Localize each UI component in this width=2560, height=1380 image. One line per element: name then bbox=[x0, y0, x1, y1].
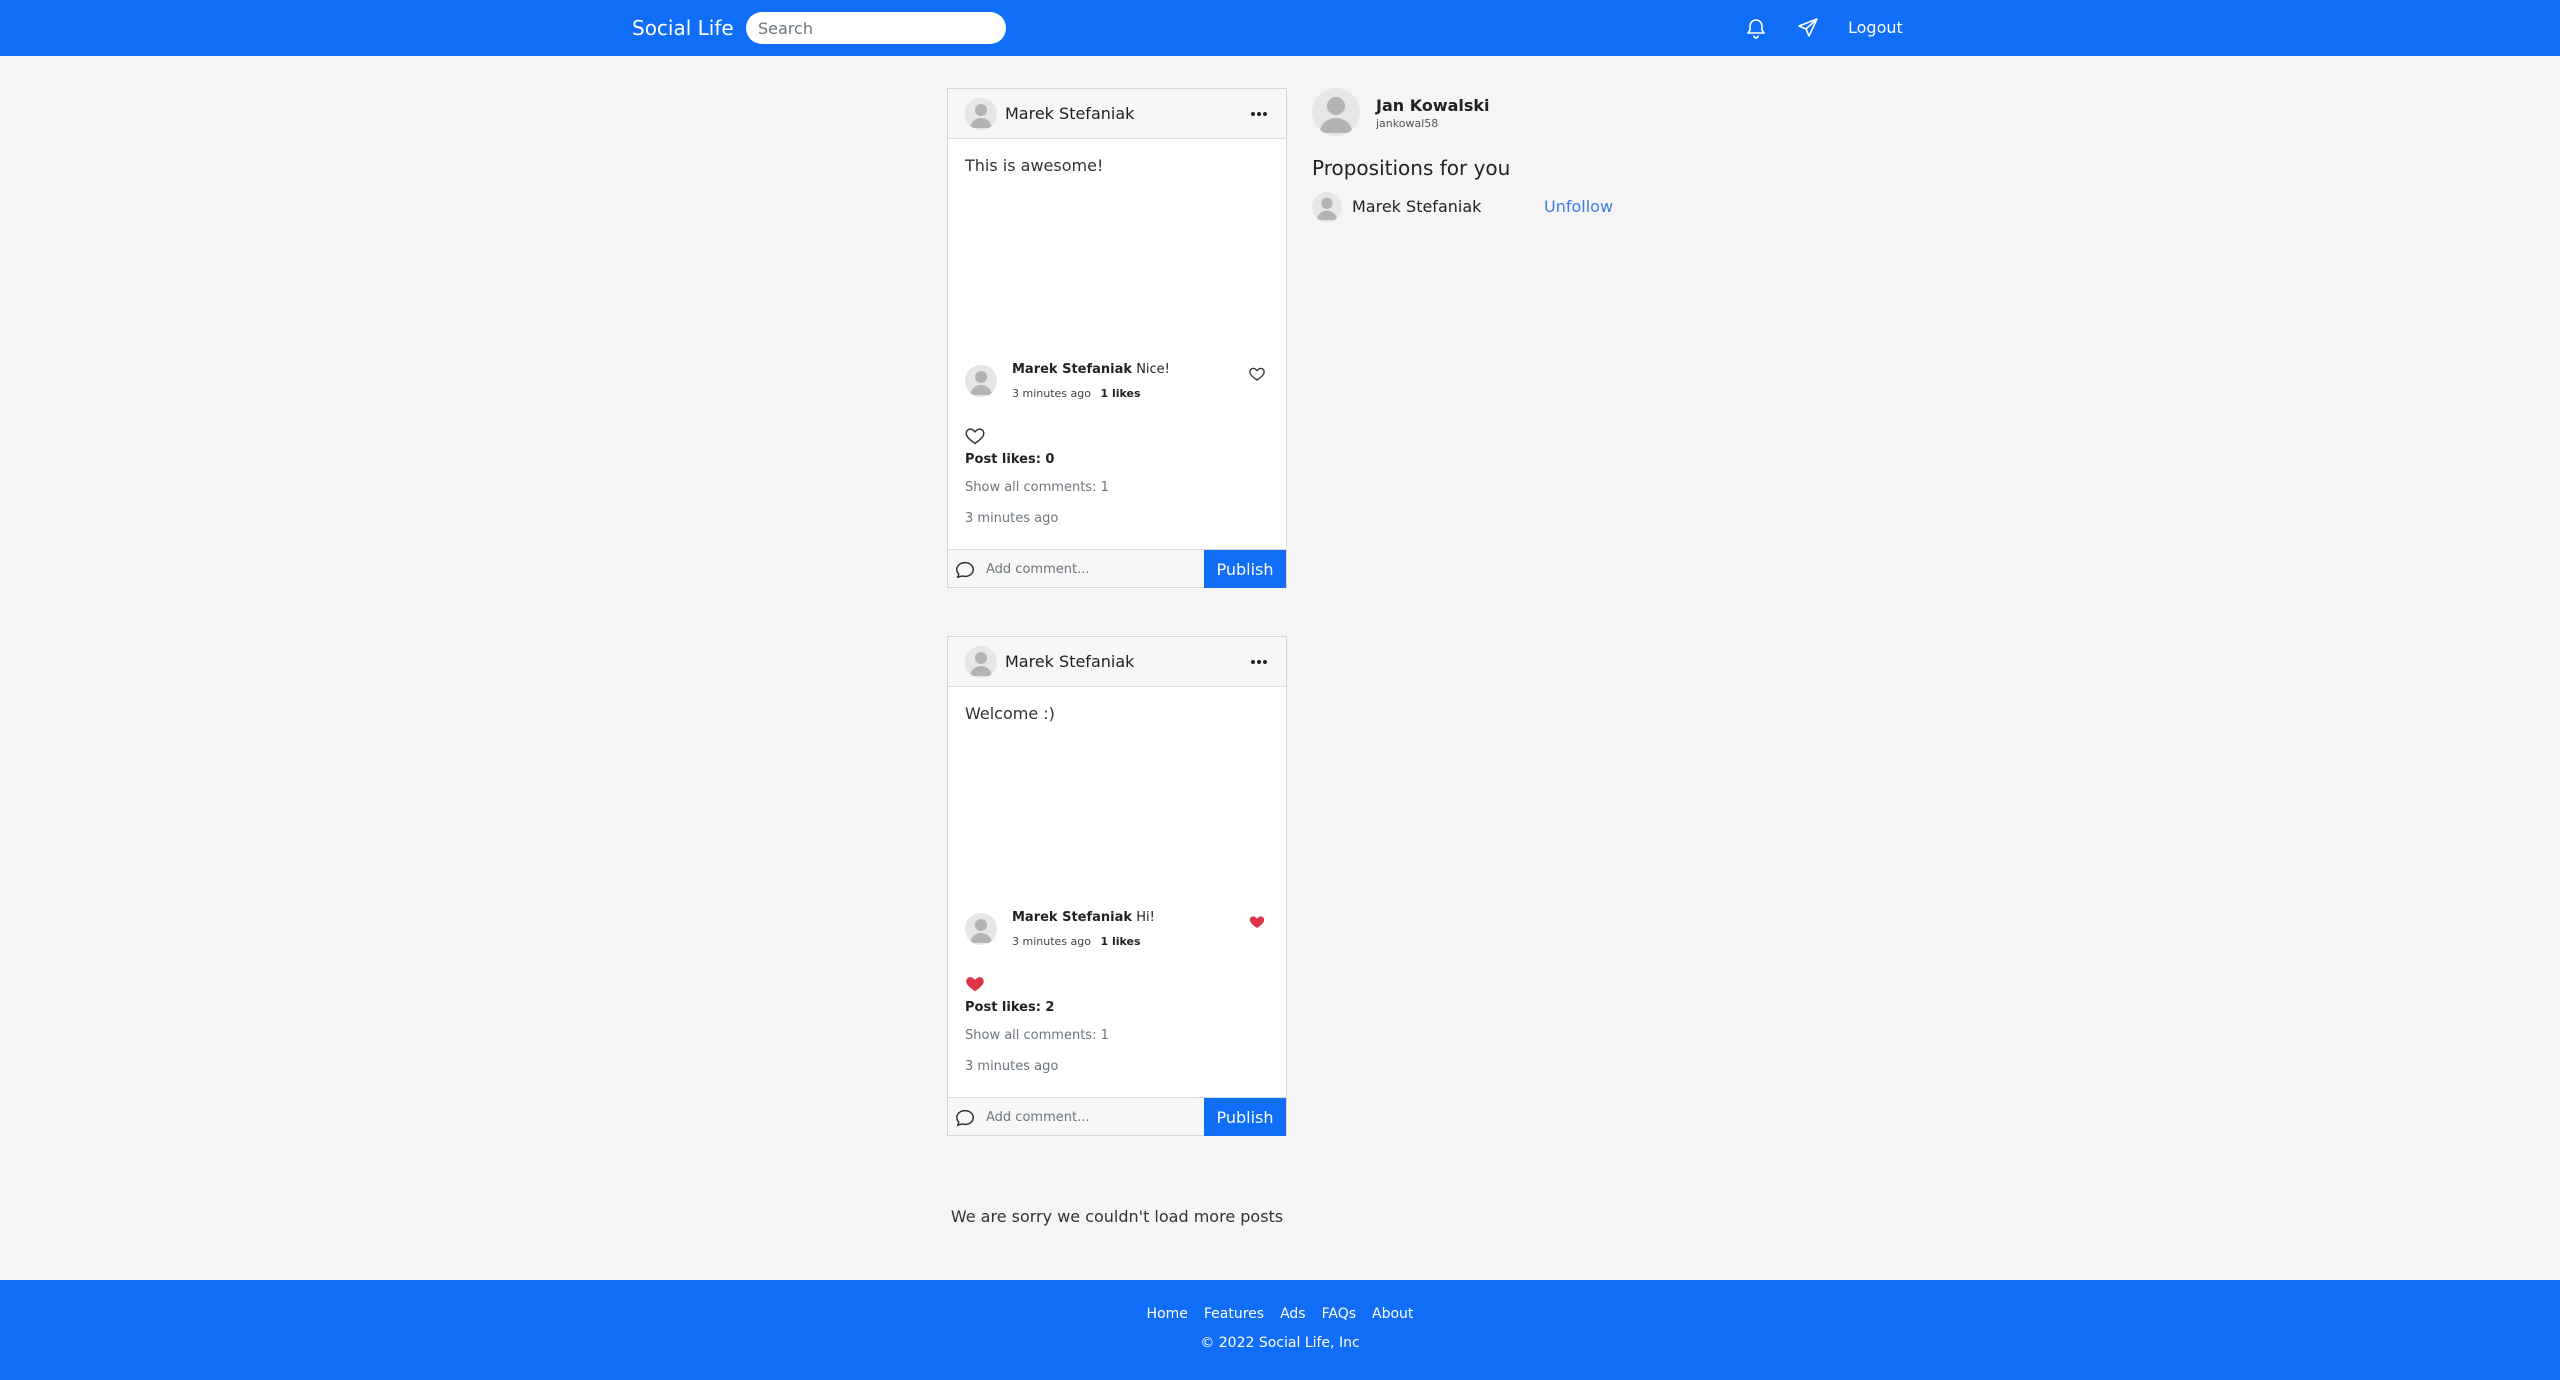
comment-likes: 1 likes bbox=[1100, 387, 1141, 400]
comment-heart-icon[interactable] bbox=[1248, 365, 1266, 383]
profile-name[interactable]: Jan Kowalski bbox=[1376, 96, 1490, 116]
add-comment-input[interactable] bbox=[986, 554, 1182, 584]
comment-text: Nice! bbox=[1136, 362, 1170, 377]
post-likes: Post likes: 0 bbox=[965, 452, 1055, 467]
proposition-avatar[interactable] bbox=[1312, 192, 1342, 222]
comment-meta: 3 minutes ago 1 likes bbox=[1012, 935, 1141, 949]
post-time: 3 minutes ago bbox=[965, 511, 1059, 526]
send-icon[interactable] bbox=[1796, 16, 1820, 40]
comment-author[interactable]: Marek Stefaniak bbox=[1012, 362, 1132, 377]
post-header: Marek Stefaniak bbox=[948, 89, 1286, 139]
avatar[interactable] bbox=[965, 646, 997, 678]
post-text: Welcome :) bbox=[965, 704, 1055, 723]
profile-avatar[interactable] bbox=[1312, 88, 1360, 136]
footer-link-features[interactable]: Features bbox=[1204, 1304, 1264, 1324]
footer-link-faqs[interactable]: FAQs bbox=[1322, 1304, 1356, 1324]
avatar[interactable] bbox=[965, 98, 997, 130]
comment-bar: Publish bbox=[948, 1097, 1286, 1136]
comment-avatar[interactable] bbox=[965, 913, 997, 945]
post-card: Marek Stefaniak Welcome :) Marek Stefani… bbox=[947, 636, 1287, 1136]
bell-icon[interactable] bbox=[1744, 16, 1768, 40]
comment-icon bbox=[954, 1107, 976, 1129]
propositions-title: Propositions for you bbox=[1312, 156, 1511, 180]
comment-time: 3 minutes ago bbox=[1012, 935, 1091, 948]
logout-link[interactable]: Logout bbox=[1848, 16, 1903, 40]
comment-bar: Publish bbox=[948, 549, 1286, 588]
navbar: Social Life Logout bbox=[0, 0, 2560, 56]
footer-nav: Home Features Ads FAQs About bbox=[0, 1304, 2560, 1324]
post-author[interactable]: Marek Stefaniak bbox=[1005, 651, 1134, 673]
comment-avatar[interactable] bbox=[965, 365, 997, 397]
comment-icon bbox=[954, 559, 976, 581]
search-input[interactable] bbox=[746, 12, 1006, 44]
profile-handle: jankowal58 bbox=[1376, 117, 1439, 130]
comment-line: Marek Stefaniak Hi! bbox=[1012, 909, 1155, 927]
post-heart-icon[interactable] bbox=[964, 425, 986, 447]
comment-time: 3 minutes ago bbox=[1012, 387, 1091, 400]
no-more-posts-message: We are sorry we couldn't load more posts bbox=[950, 1207, 1284, 1226]
add-comment-input[interactable] bbox=[986, 1102, 1182, 1132]
comment-meta: 3 minutes ago 1 likes bbox=[1012, 387, 1141, 401]
post-text: This is awesome! bbox=[965, 156, 1104, 175]
footer-link-ads[interactable]: Ads bbox=[1280, 1304, 1306, 1324]
comment-text: Hi! bbox=[1136, 910, 1155, 925]
show-all-comments-link[interactable]: Show all comments: 1 bbox=[965, 1027, 1109, 1045]
comment-line: Marek Stefaniak Nice! bbox=[1012, 361, 1170, 379]
publish-button[interactable]: Publish bbox=[1204, 1098, 1286, 1136]
post-header: Marek Stefaniak bbox=[948, 637, 1286, 687]
brand-logo[interactable]: Social Life bbox=[632, 14, 734, 42]
publish-button[interactable]: Publish bbox=[1204, 550, 1286, 588]
proposition-name[interactable]: Marek Stefaniak bbox=[1352, 196, 1481, 218]
post-card: Marek Stefaniak This is awesome! Marek S… bbox=[947, 88, 1287, 588]
comment-heart-filled-icon[interactable] bbox=[1248, 913, 1266, 931]
post-likes: Post likes: 2 bbox=[965, 1000, 1055, 1015]
footer: Home Features Ads FAQs About © 2022 Soci… bbox=[0, 1280, 2560, 1380]
more-options-icon[interactable] bbox=[1248, 103, 1270, 125]
post-time: 3 minutes ago bbox=[965, 1059, 1059, 1074]
show-all-comments-link[interactable]: Show all comments: 1 bbox=[965, 479, 1109, 497]
unfollow-button[interactable]: Unfollow bbox=[1544, 196, 1613, 218]
more-options-icon[interactable] bbox=[1248, 651, 1270, 673]
post-heart-filled-icon[interactable] bbox=[964, 973, 986, 995]
comment-likes: 1 likes bbox=[1100, 935, 1141, 948]
comment-author[interactable]: Marek Stefaniak bbox=[1012, 910, 1132, 925]
post-author[interactable]: Marek Stefaniak bbox=[1005, 103, 1134, 125]
copyright: © 2022 Social Life, Inc bbox=[1200, 1335, 1360, 1351]
footer-link-about[interactable]: About bbox=[1372, 1304, 1413, 1324]
footer-link-home[interactable]: Home bbox=[1147, 1304, 1188, 1324]
